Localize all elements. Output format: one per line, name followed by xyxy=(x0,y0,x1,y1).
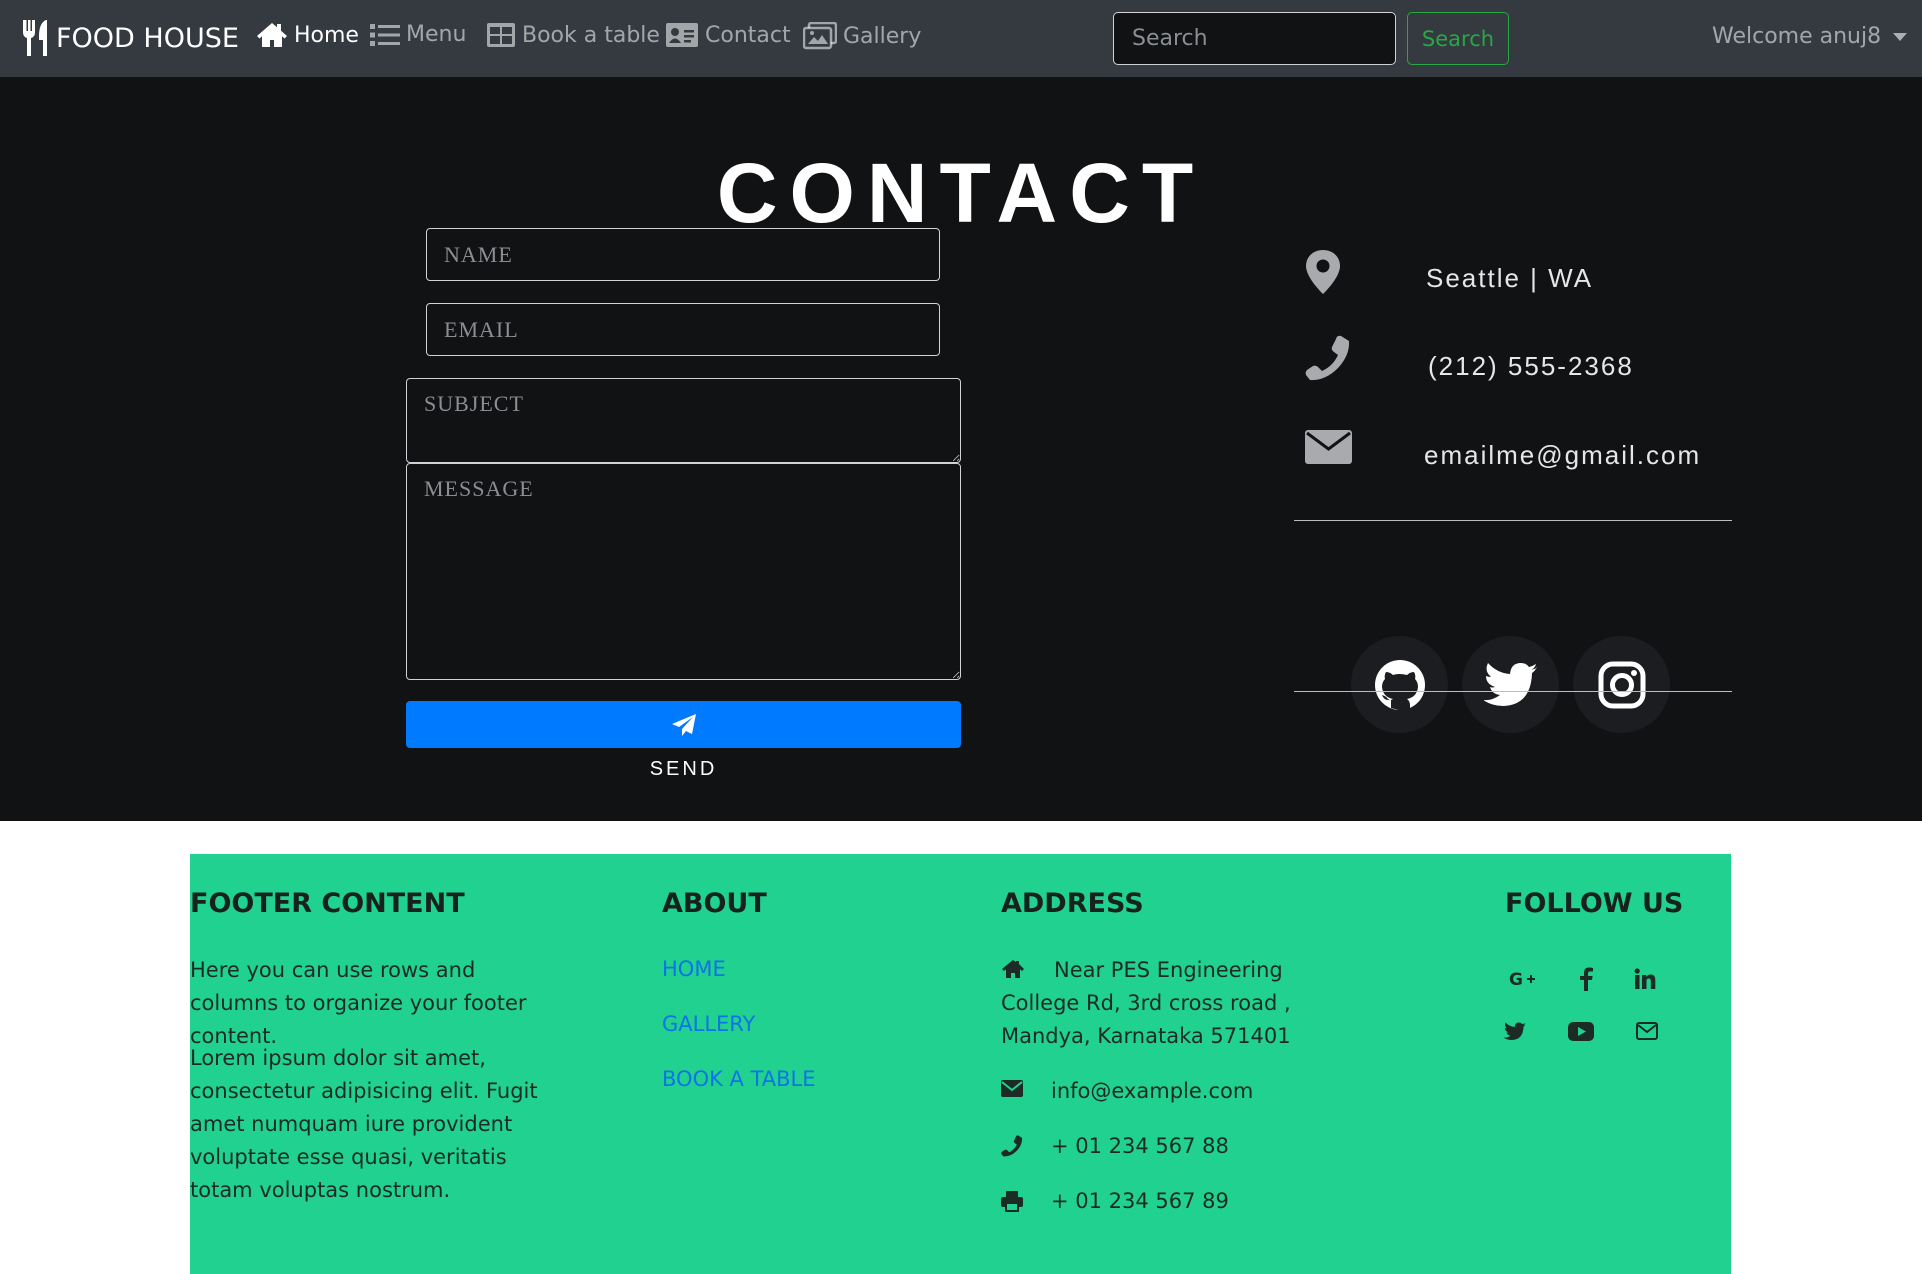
footer-phone-row: + 01 234 567 88 xyxy=(1001,1130,1229,1163)
divider xyxy=(1294,520,1732,521)
email-text: emailme@gmail.com xyxy=(1424,440,1702,470)
images-icon xyxy=(803,22,837,50)
phone-icon xyxy=(1305,335,1350,381)
instagram-link[interactable] xyxy=(1573,636,1670,733)
youtube-icon xyxy=(1568,1021,1594,1041)
footer-fax: + 01 234 567 89 xyxy=(1051,1189,1229,1213)
nav-home[interactable]: Home xyxy=(256,22,359,48)
brand[interactable]: FOOD HOUSE xyxy=(20,18,239,58)
subject-field[interactable] xyxy=(406,378,961,463)
footer-content-heading: FOOTER CONTENT xyxy=(190,888,465,919)
address-heading: ADDRESS xyxy=(1001,888,1144,919)
phone-icon xyxy=(1001,1135,1023,1157)
svg-text:G: G xyxy=(1509,970,1523,988)
footer-phone: + 01 234 567 88 xyxy=(1051,1134,1229,1158)
caret-down-icon xyxy=(1893,32,1908,41)
footer-email: info@example.com xyxy=(1051,1079,1254,1103)
table-icon xyxy=(487,23,515,47)
nav-menu[interactable]: Menu xyxy=(370,22,466,47)
footer-email-row: info@example.com xyxy=(1001,1075,1253,1108)
facebook-icon xyxy=(1580,967,1593,991)
nav-book-table-label: Book a table xyxy=(522,22,660,48)
utensils-icon xyxy=(23,20,47,56)
nav-menu-label: Menu xyxy=(406,22,467,47)
youtube-link[interactable] xyxy=(1566,1016,1596,1046)
email-field[interactable] xyxy=(426,303,940,356)
home-icon xyxy=(257,23,287,47)
facebook-link[interactable] xyxy=(1571,964,1601,994)
welcome-label: Welcome anuj8 xyxy=(1712,24,1882,49)
envelope-icon xyxy=(1305,430,1352,464)
twitter-icon xyxy=(1504,1022,1526,1040)
twitter-link[interactable] xyxy=(1462,636,1559,733)
nav-contact[interactable]: Contact xyxy=(665,22,791,48)
location-text: Seattle | WA xyxy=(1426,263,1594,293)
navbar: FOOD HOUSE Home Menu Book a table Contac… xyxy=(0,0,1922,77)
phone-text: (212) 555-2368 xyxy=(1428,351,1634,381)
id-card-icon xyxy=(666,23,698,47)
footer-link-gallery[interactable]: GALLERY xyxy=(662,1012,755,1036)
footer-fax-row: + 01 234 567 89 xyxy=(1001,1185,1229,1218)
address-street: Near PES Engineering College Rd, 3rd cro… xyxy=(1001,958,1291,1048)
about-heading: ABOUT xyxy=(662,888,767,919)
google-plus-icon: G xyxy=(1509,970,1535,988)
envelope-icon xyxy=(1001,1080,1023,1097)
github-icon xyxy=(1374,659,1425,712)
instagram-icon xyxy=(1598,661,1645,708)
name-field[interactable] xyxy=(426,228,940,281)
contact-section: CONTACT SEND Seattle | WA (212) 555-2368… xyxy=(0,77,1922,821)
brand-label: FOOD HOUSE xyxy=(56,22,239,54)
nav-gallery-label: Gallery xyxy=(843,23,922,49)
search-input[interactable] xyxy=(1113,12,1396,65)
linkedin-icon xyxy=(1634,968,1656,989)
footer-content-text: Here you can use rows and columns to org… xyxy=(190,958,527,1048)
nav-home-label: Home xyxy=(294,22,359,48)
nav-gallery[interactable]: Gallery xyxy=(803,22,921,50)
paper-plane-icon xyxy=(671,713,696,736)
envelope-icon xyxy=(1636,1022,1658,1040)
map-marker-icon xyxy=(1306,250,1340,294)
contact-title: CONTACT xyxy=(716,146,1206,240)
follow-heading: FOLLOW US xyxy=(1505,888,1684,919)
divider xyxy=(1294,691,1732,692)
envelope-link[interactable] xyxy=(1632,1016,1662,1046)
send-label: SEND xyxy=(649,758,718,780)
twitter-icon xyxy=(1483,662,1537,706)
google-plus-link[interactable]: G xyxy=(1508,964,1538,994)
list-icon xyxy=(370,23,400,46)
user-dropdown[interactable]: Welcome anuj8 xyxy=(1712,24,1908,49)
nav-book-table[interactable]: Book a table xyxy=(486,22,660,48)
footer: FOOTER CONTENT Here you can use rows and… xyxy=(190,854,1731,1274)
nav-contact-label: Contact xyxy=(705,22,791,48)
twitter-link-footer[interactable] xyxy=(1500,1016,1530,1046)
print-icon xyxy=(1001,1191,1023,1212)
send-button[interactable] xyxy=(406,701,961,748)
github-link[interactable] xyxy=(1351,636,1448,733)
message-field[interactable] xyxy=(406,463,961,680)
footer-link-book-table[interactable]: BOOK A TABLE xyxy=(662,1067,816,1091)
linkedin-link[interactable] xyxy=(1630,964,1660,994)
footer-lorem-text: Lorem ipsum dolor sit amet, consectetur … xyxy=(190,1046,538,1202)
search-button[interactable]: Search xyxy=(1407,12,1509,65)
footer-link-home[interactable]: HOME xyxy=(662,957,726,981)
